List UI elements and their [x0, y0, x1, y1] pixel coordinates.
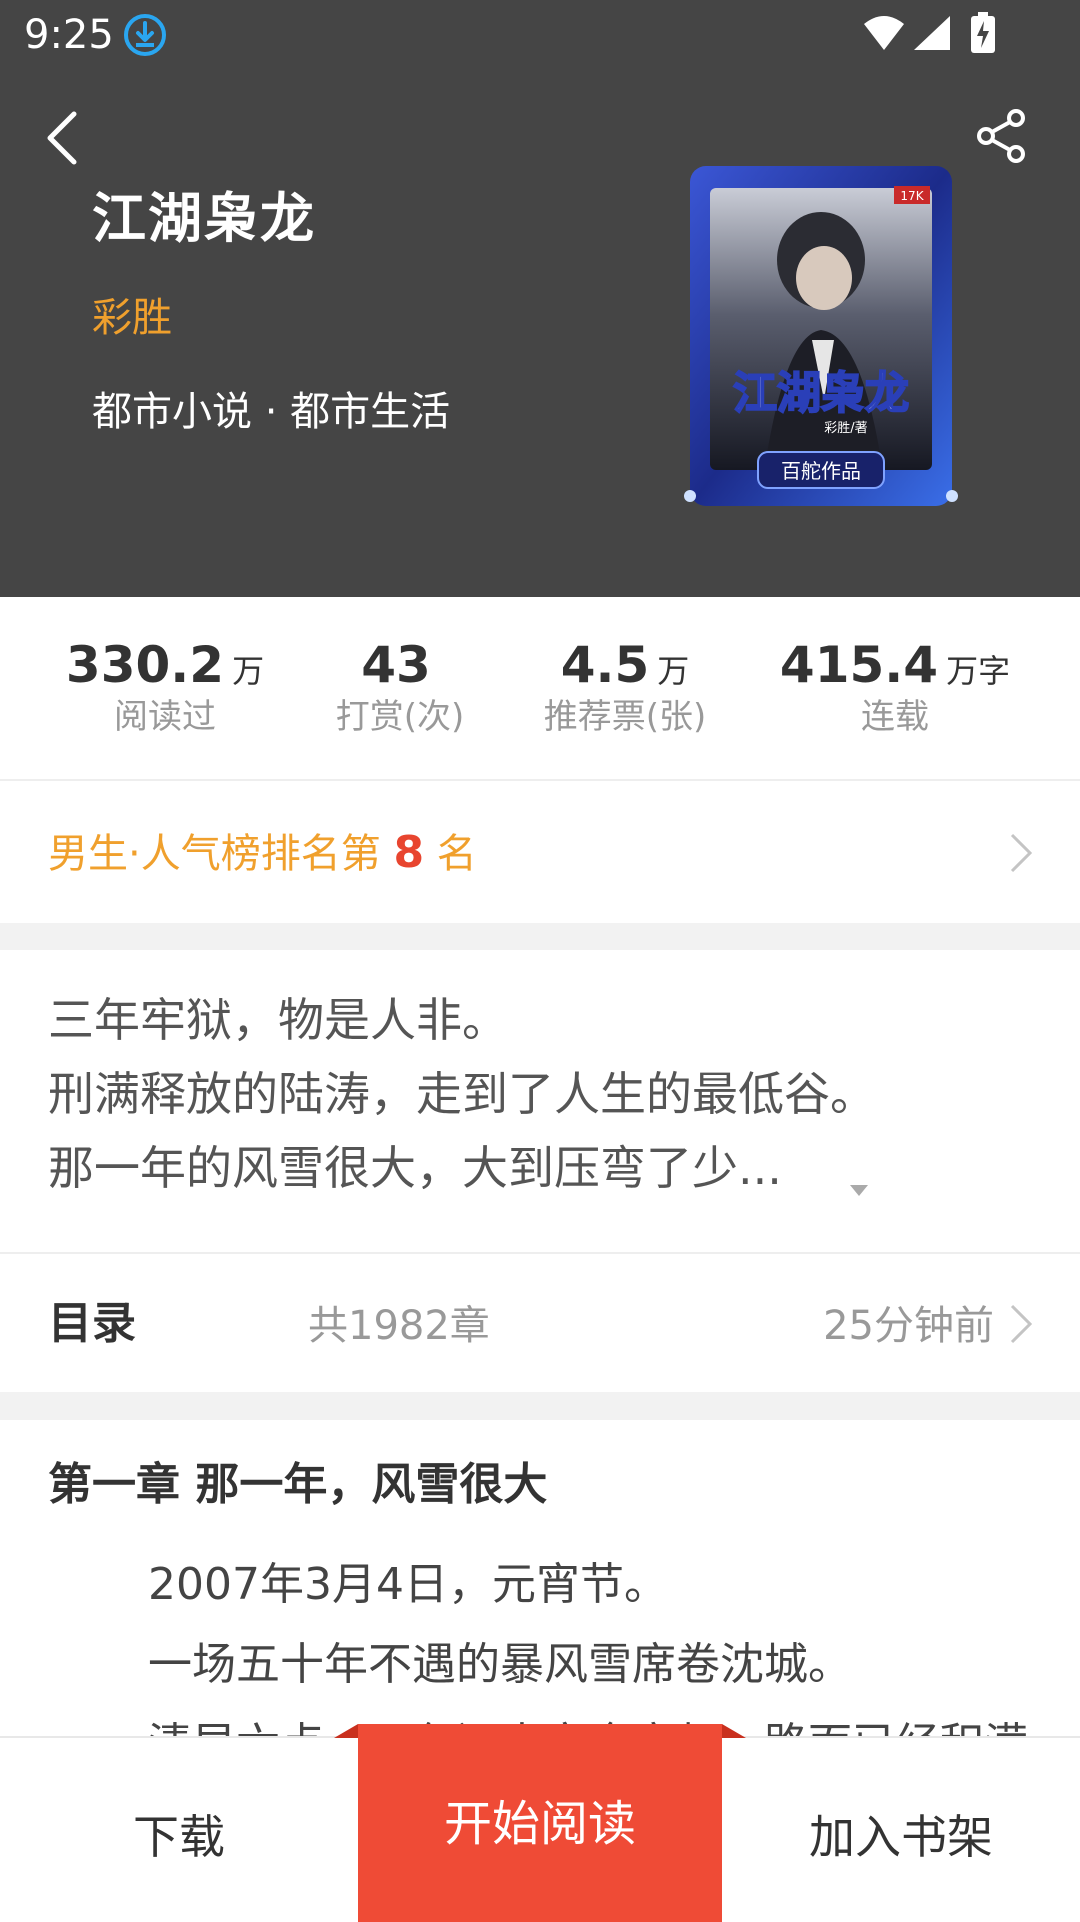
stat-label: 连载 [861, 697, 929, 737]
stat-unit: 万 [657, 652, 690, 690]
button-ribbon-left [334, 1724, 358, 1738]
toc-chapter-count: 共1982章 [308, 1303, 490, 1349]
toc-title: 目录 [48, 1298, 136, 1349]
cover-corner-text: 17K [900, 189, 924, 203]
rank-prefix: 男生·人气榜排名第 [48, 831, 394, 877]
download-button[interactable]: 下载 [0, 1738, 358, 1922]
share-icon[interactable] [974, 108, 1030, 164]
stat-value: 415.4 [779, 636, 939, 694]
status-bar: 9:25 [0, 0, 1080, 72]
cell-signal-icon [914, 16, 950, 50]
stat-unit: 万 [232, 652, 265, 690]
stat-tips: 43 打赏(次) [300, 635, 500, 739]
button-ribbon-right [722, 1724, 746, 1738]
bottom-action-bar: 下载 开始阅读 加入书架 [0, 1724, 1080, 1922]
synopsis-line: 那一年的风雪很大，大到压弯了少... [48, 1141, 782, 1195]
expand-caret-icon[interactable] [848, 1182, 870, 1198]
rank-suffix: 名 [424, 831, 477, 877]
chevron-right-icon [1010, 833, 1033, 873]
rank-number: 8 [393, 827, 425, 878]
wifi-icon [864, 16, 904, 50]
download-progress-icon [124, 14, 166, 56]
table-of-contents-row[interactable]: 目录 共1982章 25分钟前 [0, 1254, 1080, 1392]
toc-updated-time: 25分钟前 [823, 1303, 994, 1349]
stat-label: 推荐票(张) [543, 697, 707, 737]
cover-title-text: 江湖枭龙 [733, 368, 909, 419]
synopsis[interactable]: 三年牢狱，物是人非。 刑满释放的陆涛，走到了人生的最低谷。 那一年的风雪很大，大… [0, 950, 1080, 1252]
status-time: 9:25 [24, 12, 114, 58]
start-reading-button[interactable]: 开始阅读 [334, 1724, 746, 1922]
book-title: 江湖枭龙 [92, 186, 316, 250]
stat-votes: 4.5 万 推荐票(张) [520, 635, 730, 739]
book-stats: 330.2 万 阅读过 43 打赏(次) 4.5 万 推荐票(张) 415.4 万字 … [0, 597, 1080, 779]
section-gap [0, 923, 1080, 950]
battery-icon [971, 12, 995, 53]
book-genre: 都市小说 · 都市生活 [92, 389, 451, 435]
book-author[interactable]: 彩胜 [92, 294, 172, 342]
stat-value: 43 [361, 636, 431, 694]
chevron-right-icon [1010, 1304, 1033, 1344]
cover-badge-text: 百舵作品 [781, 459, 861, 483]
synopsis-line: 三年牢狱，物是人非。 [48, 993, 508, 1047]
chapter-line: 一场五十年不遇的暴风雪席卷沈城。 [148, 1639, 852, 1690]
chapter-title: 第一章 那一年，风雪很大 [48, 1459, 548, 1510]
back-arrow-icon[interactable] [40, 108, 88, 168]
book-cover-image: 江湖枭龙 彩胜/著 百舵作品 17K [684, 166, 958, 506]
section-gap [0, 1392, 1080, 1420]
stat-label: 阅读过 [114, 697, 216, 737]
chapter-preview[interactable]: 第一章 那一年，风雪很大 2007年3月4日，元宵节。 一场五十年不遇的暴风雪席… [0, 1420, 1080, 1740]
stat-unit: 万字 [946, 652, 1011, 690]
synopsis-line: 刑满释放的陆涛，走到了人生的最低谷。 [48, 1067, 876, 1121]
chapter-line: 2007年3月4日，元宵节。 [148, 1559, 668, 1610]
cover-author-text: 彩胜/著 [824, 421, 867, 436]
stat-label: 打赏(次) [335, 697, 465, 737]
stat-words: 415.4 万字 连载 [770, 635, 1020, 739]
popularity-rank-row[interactable]: 男生·人气榜排名第 8 名 [0, 781, 1080, 923]
stat-value: 330.2 [65, 636, 225, 694]
book-header: 9:25 江湖枭龙 彩胜 都市小说 · 都市生活 江湖枭龙 彩胜/著 百舵作品 … [0, 0, 1080, 597]
add-to-shelf-button[interactable]: 加入书架 [722, 1738, 1080, 1922]
stat-reads: 330.2 万 阅读过 [60, 635, 270, 739]
start-reading-label: 开始阅读 [443, 1796, 636, 1852]
rank-text: 男生·人气榜排名第 8 名 [48, 825, 477, 882]
stat-value: 4.5 [560, 636, 650, 694]
